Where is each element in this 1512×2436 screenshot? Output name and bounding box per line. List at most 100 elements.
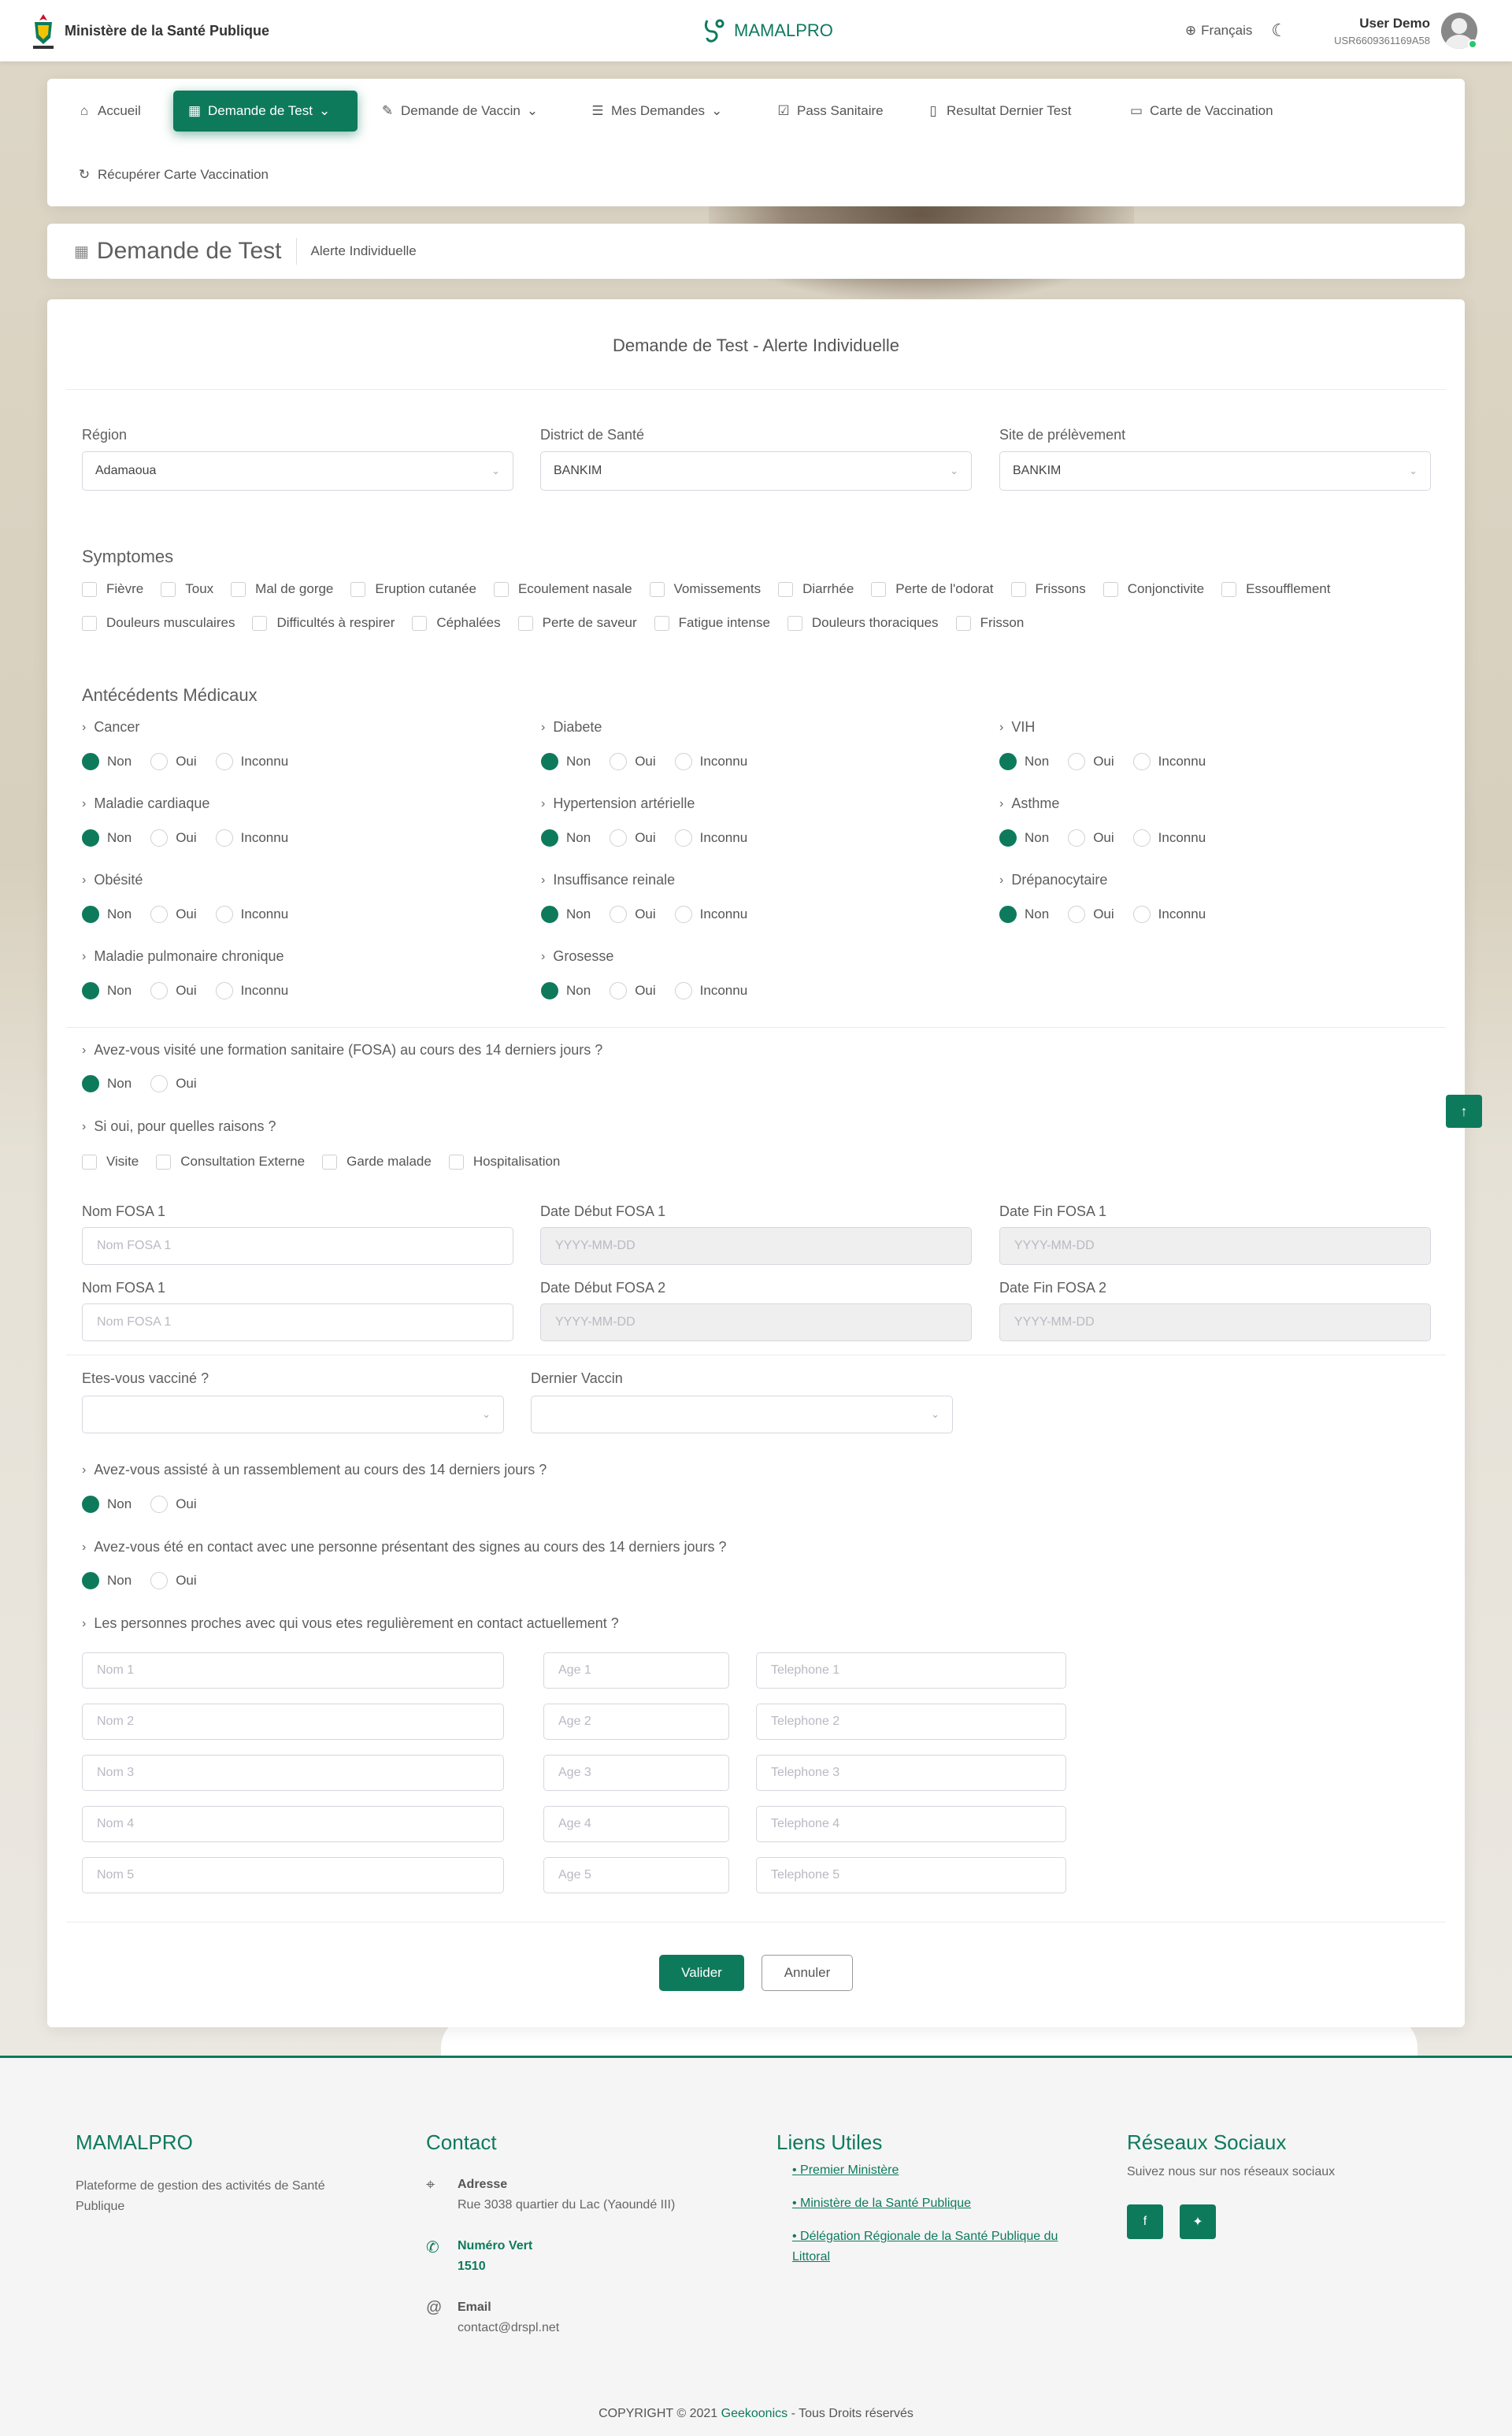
- user-info[interactable]: User Demo USR6609361169A58: [1334, 16, 1430, 46]
- radio-non[interactable]: Non: [541, 982, 591, 999]
- site-select[interactable]: BANKIM ⌄: [999, 451, 1431, 491]
- district-select[interactable]: BANKIM ⌄: [540, 451, 972, 491]
- nav-resultat[interactable]: ▯ Resultat Dernier Test: [912, 91, 1085, 132]
- radio-oui[interactable]: Oui: [1068, 829, 1114, 847]
- radio-circle[interactable]: [215, 753, 233, 770]
- radio-circle[interactable]: [1068, 829, 1086, 847]
- radio-circle[interactable]: [82, 982, 99, 999]
- nav-demande-vaccin[interactable]: ✎ Demande de Vaccin ⌄: [366, 91, 552, 132]
- radio-circle[interactable]: [82, 906, 99, 923]
- symptom-item[interactable]: Douleurs musculaires: [82, 615, 235, 631]
- radio-oui[interactable]: Oui: [1068, 906, 1114, 923]
- link-item[interactable]: • Ministère de la Santé Publique: [792, 2193, 1107, 2214]
- radio-circle[interactable]: [82, 753, 99, 770]
- contact-nom-input[interactable]: Nom 1: [82, 1652, 504, 1689]
- radio-non[interactable]: Non: [999, 829, 1049, 847]
- last-vaccine-select[interactable]: ⌄: [531, 1396, 953, 1433]
- fosa2-name-input[interactable]: Nom FOSA 1: [82, 1303, 513, 1341]
- radio-non[interactable]: Non: [541, 829, 591, 847]
- fosa2-end-input[interactable]: YYYY-MM-DD: [999, 1303, 1431, 1341]
- symptom-item[interactable]: Fièvre: [82, 581, 143, 597]
- contact-tel-input[interactable]: Telephone 3: [756, 1755, 1066, 1791]
- radio-circle[interactable]: [150, 982, 169, 999]
- reason-item[interactable]: Hospitalisation: [448, 1154, 560, 1170]
- moon-icon[interactable]: ☾: [1271, 20, 1287, 41]
- radio-circle[interactable]: [999, 906, 1017, 923]
- symptom-item[interactable]: Ecoulement nasale: [493, 581, 632, 597]
- radio-inconnu[interactable]: Inconnu: [1132, 753, 1206, 770]
- twitter-icon[interactable]: ✦: [1180, 2204, 1216, 2239]
- contact-nom-input[interactable]: Nom 2: [82, 1704, 504, 1740]
- radio-circle[interactable]: [999, 829, 1017, 847]
- cancel-button[interactable]: Annuler: [762, 1955, 853, 1991]
- symptom-item[interactable]: Essoufflement: [1221, 581, 1330, 597]
- radio-circle[interactable]: [150, 829, 169, 847]
- radio-inconnu[interactable]: Inconnu: [215, 753, 288, 770]
- radio-inconnu[interactable]: Inconnu: [1132, 906, 1206, 923]
- checkbox[interactable]: [82, 581, 97, 597]
- symptom-item[interactable]: Mal de gorge: [231, 581, 333, 597]
- radio-circle[interactable]: [1068, 753, 1086, 770]
- region-select[interactable]: Adamaoua ⌄: [82, 451, 513, 491]
- radio-circle[interactable]: [215, 906, 233, 923]
- nav-mes-demandes[interactable]: ☰ Mes Demandes ⌄: [576, 91, 736, 132]
- nav-recuperer-carte[interactable]: ↻ Récupérer Carte Vaccination: [63, 154, 283, 195]
- radio-non[interactable]: Non: [82, 1075, 132, 1092]
- contact-age-input[interactable]: Age 1: [543, 1652, 729, 1689]
- radio-circle[interactable]: [150, 906, 169, 923]
- link-item[interactable]: • Délégation Régionale de la Santé Publi…: [792, 2227, 1091, 2267]
- radio-circle[interactable]: [674, 906, 692, 923]
- link-item[interactable]: • Premier Ministère: [792, 2160, 1107, 2181]
- checkbox[interactable]: [778, 581, 794, 597]
- radio-oui[interactable]: Oui: [150, 1496, 197, 1513]
- radio-inconnu[interactable]: Inconnu: [674, 753, 747, 770]
- radio-non[interactable]: Non: [999, 753, 1049, 770]
- radio-inconnu[interactable]: Inconnu: [674, 829, 747, 847]
- symptom-item[interactable]: Perte de l'odorat: [871, 581, 994, 597]
- radio-oui[interactable]: Oui: [610, 906, 656, 923]
- radio-non[interactable]: Non: [999, 906, 1049, 923]
- facebook-icon[interactable]: f: [1127, 2204, 1163, 2239]
- radio-inconnu[interactable]: Inconnu: [674, 906, 747, 923]
- radio-circle[interactable]: [541, 982, 558, 999]
- radio-circle[interactable]: [1068, 906, 1086, 923]
- scroll-top-button[interactable]: ↑: [1446, 1095, 1482, 1128]
- contact-nom-input[interactable]: Nom 5: [82, 1857, 504, 1893]
- radio-inconnu[interactable]: Inconnu: [215, 906, 288, 923]
- symptom-item[interactable]: Douleurs thoraciques: [787, 615, 939, 631]
- checkbox[interactable]: [350, 581, 366, 597]
- contact-age-input[interactable]: Age 5: [543, 1857, 729, 1893]
- radio-non[interactable]: Non: [82, 1496, 132, 1513]
- radio-inconnu[interactable]: Inconnu: [215, 829, 288, 847]
- contact-age-input[interactable]: Age 4: [543, 1806, 729, 1842]
- symptom-item[interactable]: Fatigue intense: [654, 615, 770, 631]
- radio-circle[interactable]: [674, 829, 692, 847]
- radio-circle[interactable]: [541, 906, 558, 923]
- symptom-item[interactable]: Eruption cutanée: [350, 581, 476, 597]
- radio-circle[interactable]: [215, 829, 233, 847]
- checkbox[interactable]: [156, 1154, 172, 1170]
- checkbox[interactable]: [1010, 581, 1026, 597]
- reason-item[interactable]: Visite: [82, 1154, 139, 1170]
- checkbox[interactable]: [82, 615, 97, 631]
- nav-demande-test[interactable]: ▦ Demande de Test ⌄: [173, 91, 358, 132]
- checkbox[interactable]: [322, 1154, 338, 1170]
- radio-circle[interactable]: [610, 753, 628, 770]
- submit-button[interactable]: Valider: [659, 1955, 744, 1991]
- radio-oui[interactable]: Oui: [150, 1572, 197, 1589]
- checkbox[interactable]: [1102, 581, 1118, 597]
- radio-non[interactable]: Non: [82, 1572, 132, 1589]
- contact-nom-input[interactable]: Nom 3: [82, 1755, 504, 1791]
- checkbox[interactable]: [448, 1154, 464, 1170]
- radio-oui[interactable]: Oui: [610, 829, 656, 847]
- radio-inconnu[interactable]: Inconnu: [674, 982, 747, 999]
- nav-carte-vaccination[interactable]: ▭ Carte de Vaccination: [1115, 91, 1288, 132]
- radio-circle[interactable]: [610, 982, 628, 999]
- symptom-item[interactable]: Toux: [161, 581, 213, 597]
- contact-age-input[interactable]: Age 3: [543, 1755, 729, 1791]
- nav-accueil[interactable]: ⌂ Accueil: [63, 91, 155, 132]
- contact-tel-input[interactable]: Telephone 4: [756, 1806, 1066, 1842]
- checkbox[interactable]: [517, 615, 533, 631]
- app-logo[interactable]: MAMALPRO: [701, 17, 833, 44]
- checkbox[interactable]: [955, 615, 971, 631]
